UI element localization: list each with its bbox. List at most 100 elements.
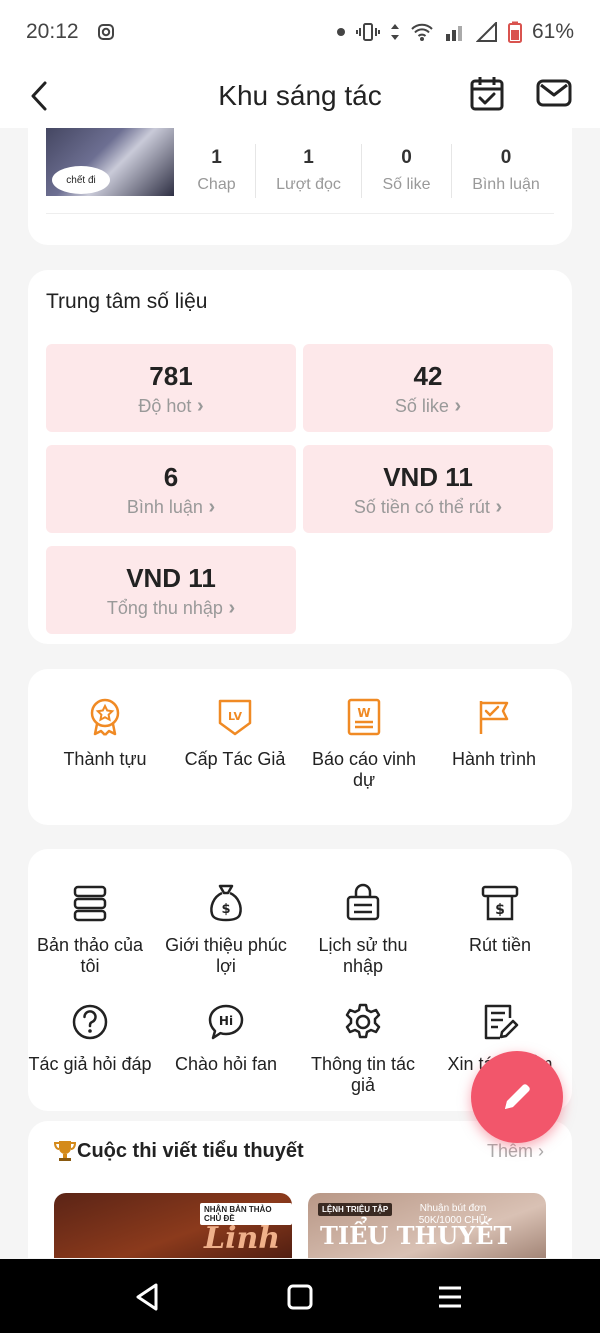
banner-headline: Linh dị [204, 1221, 281, 1258]
grid-label: Cấp Tác Giả [184, 749, 286, 769]
tile-value: VND 11 [126, 563, 216, 593]
settings-gear-icon [345, 1003, 381, 1039]
stat-value: 1 [303, 147, 314, 168]
journey-button[interactable]: Hành trình [426, 697, 562, 770]
tile-label: Tổng thu nhập [46, 594, 296, 622]
calendar-button[interactable] [469, 74, 505, 114]
calendar-check-icon [470, 77, 504, 111]
contest-banner[interactable]: LỆNH TRIỆU TẬP Nhuận bút đơn 50K/1000 CH… [308, 1193, 546, 1258]
drafts-icon [73, 885, 107, 922]
work-cover-image[interactable]: chết đi [46, 128, 174, 196]
question-icon [72, 1004, 108, 1040]
achievements-button[interactable]: Thành tựu [37, 697, 173, 770]
status-bar: 20:12 61% [0, 0, 600, 64]
contest-card: Cuộc thi viết tiểu thuyết Thêm › NHẬN BẢ… [28, 1121, 572, 1258]
mail-icon [536, 79, 572, 107]
tile-value: 6 [163, 462, 179, 492]
work-stats: 1 Chap 1 Lượt đọc 0 Số like 0 Bình luận [178, 144, 560, 198]
data-center-card: Trung tâm số liệu 781 Độ hot 42 Số like … [28, 270, 572, 644]
level-badge-icon: LV [218, 699, 252, 736]
chevron-right-icon: › [538, 1141, 544, 1161]
tile-value: 781 [149, 361, 193, 391]
page-title: Khu sáng tác [218, 80, 382, 111]
dot-icon [336, 27, 346, 37]
pencil-icon [505, 1084, 530, 1109]
grid-label: Tác giả hỏi đáp [28, 1054, 152, 1074]
banner-tag: LỆNH TRIỆU TẬP [318, 1203, 393, 1216]
messages-button[interactable] [535, 76, 573, 112]
svg-text:$: $ [221, 902, 230, 917]
apply-document-icon [484, 1004, 519, 1040]
stat-comments: 0 Bình luận [452, 144, 560, 198]
grid-label: Lịch sử thu nhập [318, 935, 408, 976]
more-label: Thêm [486, 1141, 533, 1161]
tile-hot[interactable]: 781 Độ hot [46, 344, 296, 432]
contest-title: Cuộc thi viết tiểu thuyết [77, 1139, 304, 1162]
grid-label: Báo cáo vinh dự [311, 749, 417, 790]
wifi-icon [410, 22, 434, 42]
grid-label: Chào hỏi fan [174, 1054, 278, 1074]
nav-back-icon[interactable] [130, 1279, 166, 1315]
app-header: Khu sáng tác [0, 64, 600, 128]
svg-text:$: $ [495, 902, 505, 918]
grid-label: Thông tin tác giả [310, 1054, 416, 1095]
stat-label: Chap [197, 176, 236, 193]
battery-percent: 61% [531, 20, 574, 43]
tile-label: Độ hot [46, 392, 296, 420]
vibrate-icon [355, 21, 380, 43]
data-arrows-icon [390, 22, 400, 42]
signal-icon [444, 22, 466, 42]
hi-bubble-icon: Hi [208, 1004, 244, 1040]
medal-icon [90, 698, 120, 736]
income-history-button[interactable]: Lịch sử thu nhập [295, 883, 431, 977]
back-button[interactable] [24, 76, 54, 116]
stat-value: 0 [401, 147, 412, 168]
tile-value: VND 11 [383, 462, 473, 492]
achievements-card: Thành tựu LV Cấp Tác Giả W Báo cáo vinh … [28, 669, 572, 825]
stat-value: 0 [500, 147, 512, 168]
stat-reads: 1 Lượt đọc [256, 144, 362, 198]
tile-likes[interactable]: 42 Số like [303, 344, 553, 432]
tile-total-income[interactable]: VND 11 Tổng thu nhập [46, 546, 296, 634]
tile-label: Số tiền có thể rút [303, 493, 553, 521]
stat-likes: 0 Số like [362, 144, 452, 198]
instagram-icon [97, 23, 115, 41]
nav-home-icon[interactable] [282, 1279, 318, 1315]
tile-label: Bình luận [46, 493, 296, 521]
nav-menu-icon[interactable] [432, 1279, 468, 1315]
author-info-button[interactable]: Thông tin tác giả [295, 1002, 431, 1096]
stat-label: Số like [382, 176, 431, 193]
greet-fans-button[interactable]: Hi Chào hỏi fan [158, 1002, 294, 1075]
honor-report-icon: W [347, 698, 381, 736]
my-drafts-button[interactable]: Bản thảo của tôi [22, 883, 158, 977]
tile-label: Số like [303, 392, 553, 420]
cover-caption: chết đi [66, 174, 96, 186]
grid-label: Bản thảo của tôi [36, 935, 144, 976]
grid-label: Rút tiền [468, 935, 532, 955]
author-faq-button[interactable]: Tác giả hỏi đáp [22, 1002, 158, 1075]
signal-empty-icon [475, 22, 498, 42]
divider [46, 213, 554, 214]
stat-label: Lượt đọc [276, 176, 341, 193]
contest-header: Cuộc thi viết tiểu thuyết [53, 1139, 304, 1163]
money-bag-icon: $ [210, 884, 242, 922]
honor-report-button[interactable]: W Báo cáo vinh dự [296, 697, 432, 791]
withdraw-icon: $ [481, 885, 519, 921]
battery-icon [507, 21, 522, 43]
benefits-button[interactable]: $ Giới thiệu phúc lợi [158, 883, 294, 977]
tile-withdrawable[interactable]: VND 11 Số tiền có thể rút [303, 445, 553, 533]
author-level-button[interactable]: LV Cấp Tác Giả [167, 697, 303, 770]
contest-more-link[interactable]: Thêm › [487, 1141, 544, 1162]
work-card[interactable]: chết đi 1 Chap 1 Lượt đọc 0 Số like 0 Bì… [28, 128, 572, 245]
status-time: 20:12 [26, 20, 79, 43]
stat-label: Bình luận [472, 176, 540, 193]
withdraw-button[interactable]: $ Rút tiền [432, 883, 568, 956]
svg-text:W: W [357, 706, 370, 720]
write-fab-button[interactable] [471, 1051, 563, 1143]
contest-banner[interactable]: NHẬN BẢN THẢO CHỦ ĐỀ Linh dị [54, 1193, 292, 1258]
tile-comments[interactable]: 6 Bình luận [46, 445, 296, 533]
stat-value: 1 [211, 147, 222, 168]
journey-flag-icon [479, 701, 509, 734]
cover-speech-bubble: chết đi [52, 166, 110, 194]
system-nav-bar [0, 1259, 600, 1333]
